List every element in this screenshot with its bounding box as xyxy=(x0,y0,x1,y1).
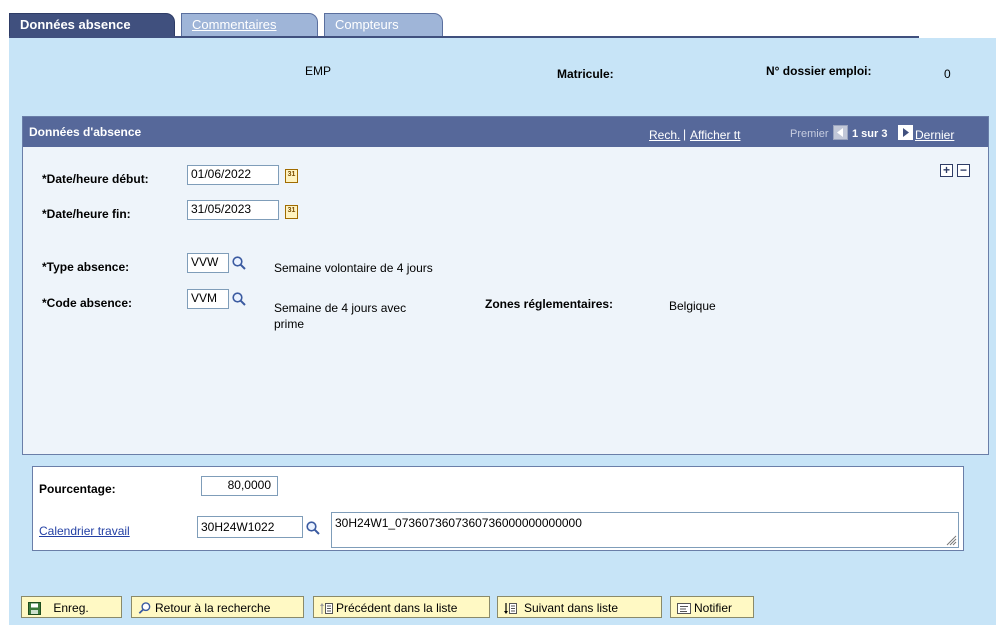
search-icon[interactable] xyxy=(231,255,247,271)
percentage-label: Pourcentage: xyxy=(39,482,116,496)
previous-label: Précédent dans la liste xyxy=(336,601,458,615)
employee-name: EMP xyxy=(305,64,332,78)
delete-row-button[interactable]: − xyxy=(957,164,970,177)
zones-value: Belgique xyxy=(669,299,716,313)
add-row-button[interactable]: + xyxy=(940,164,953,177)
search-link[interactable]: Rech. xyxy=(649,128,680,142)
end-date-input[interactable]: 31/05/2023 xyxy=(187,200,279,220)
back-label: Retour à la recherche xyxy=(155,601,271,615)
absence-type-input[interactable]: VVW xyxy=(187,253,229,273)
end-date-label: *Date/heure fin: xyxy=(42,207,131,221)
group-header: Données d'absence Rech. | Afficher tt Pr… xyxy=(23,117,988,147)
resize-grip-icon[interactable] xyxy=(945,534,957,546)
dossier-value: 0 xyxy=(944,67,951,81)
search-icon[interactable] xyxy=(231,291,247,307)
work-calendar-link[interactable]: Calendrier travail xyxy=(39,524,130,538)
save-icon xyxy=(28,602,41,615)
next-label: Suivant dans liste xyxy=(524,601,619,615)
save-label: Enreg. xyxy=(53,601,89,615)
last-link[interactable]: Dernier xyxy=(915,128,954,142)
start-date-label: *Date/heure début: xyxy=(42,172,149,186)
absence-type-description: Semaine volontaire de 4 jours xyxy=(274,261,433,275)
search-icon xyxy=(138,602,151,614)
next-row-icon[interactable] xyxy=(898,125,913,140)
notify-button[interactable]: Notifier xyxy=(670,596,754,618)
absence-code-input[interactable]: VVM xyxy=(187,289,229,309)
absence-code-label: *Code absence: xyxy=(42,296,133,310)
tab-label: Commentaires xyxy=(192,17,277,32)
matricule-label: Matricule: xyxy=(557,67,614,81)
calendar-icon[interactable]: 31 xyxy=(285,205,298,219)
arrow-down-list-icon xyxy=(504,603,517,614)
next-in-list-button[interactable]: Suivant dans liste xyxy=(497,596,662,618)
tab-label: Compteurs xyxy=(335,17,399,32)
absence-data-group: Données d'absence Rech. | Afficher tt Pr… xyxy=(22,116,989,455)
work-calendar-description-textarea[interactable]: 30H24W1_0736073607360736000000000000 xyxy=(331,512,959,548)
tab-label: Données absence xyxy=(20,17,131,32)
previous-in-list-button[interactable]: Précédent dans la liste xyxy=(313,596,490,618)
absence-type-label: *Type absence: xyxy=(42,260,130,274)
work-calendar-group: Pourcentage: 80,0000 Calendrier travail … xyxy=(32,466,964,551)
dossier-label: N° dossier emploi: xyxy=(766,64,872,78)
calendar-icon[interactable]: 31 xyxy=(285,169,298,183)
show-all-link[interactable]: Afficher tt xyxy=(690,128,740,142)
zones-label: Zones réglementaires: xyxy=(485,297,614,311)
nav-separator: | xyxy=(683,127,687,141)
notify-label: Notifier xyxy=(694,601,733,615)
notify-icon xyxy=(677,603,691,614)
search-icon[interactable] xyxy=(305,520,321,536)
start-date-input[interactable]: 01/06/2022 xyxy=(187,165,279,185)
first-label: Premier xyxy=(790,128,829,140)
save-button[interactable]: Enreg. xyxy=(21,596,122,618)
absence-code-description: Semaine de 4 jours avec xyxy=(274,301,407,315)
tab-donnees-absence[interactable]: Données absence xyxy=(9,13,175,37)
previous-row-icon[interactable] xyxy=(833,125,848,140)
arrow-up-list-icon xyxy=(320,603,333,614)
tab-commentaires[interactable]: Commentaires xyxy=(181,13,318,37)
group-title: Données d'absence xyxy=(29,125,142,139)
tab-compteurs[interactable]: Compteurs xyxy=(324,13,443,37)
absence-code-description-line2: prime xyxy=(274,317,305,331)
work-calendar-code-input[interactable]: 30H24W1022 xyxy=(197,516,303,538)
percentage-input[interactable]: 80,0000 xyxy=(201,476,278,496)
back-to-search-button[interactable]: Retour à la recherche xyxy=(131,596,304,618)
row-position: 1 sur 3 xyxy=(852,128,888,140)
